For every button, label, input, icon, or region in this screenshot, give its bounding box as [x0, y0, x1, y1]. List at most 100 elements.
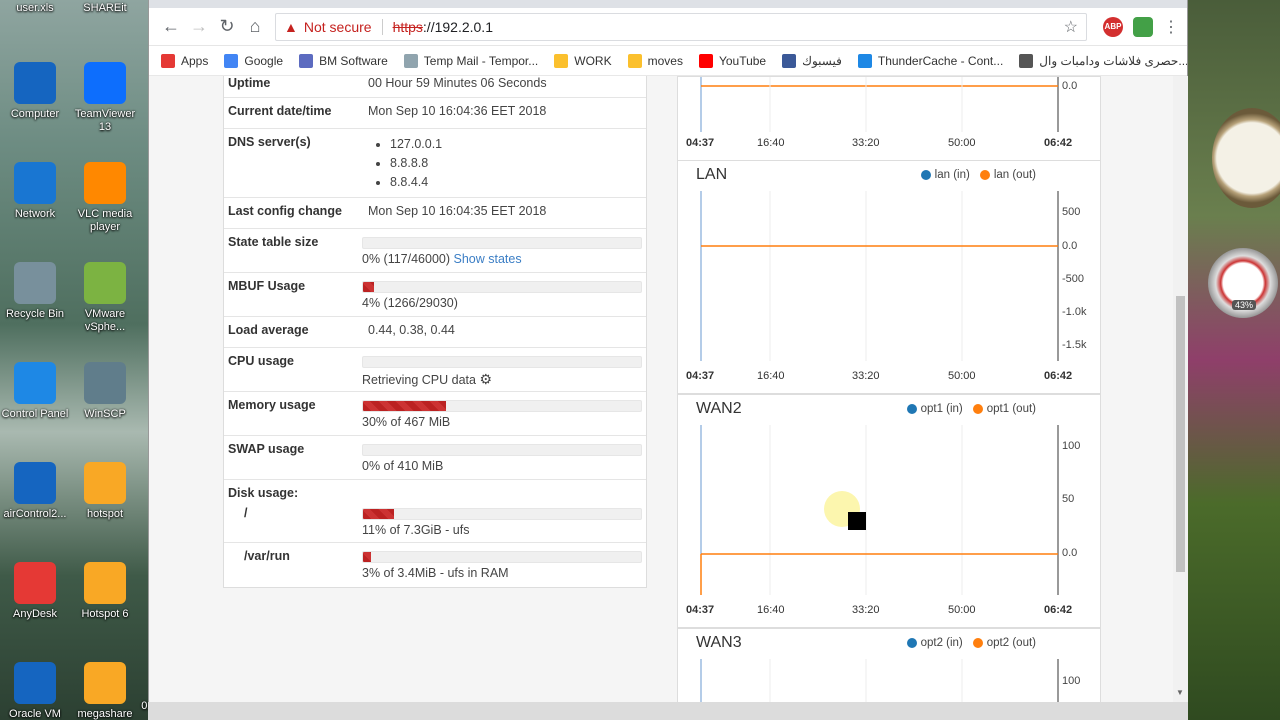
- address-bar[interactable]: ▲ Not secure https ://192.2.0.1 ☆: [275, 12, 1087, 41]
- bookmark-label: moves: [647, 53, 683, 68]
- menu-dots-icon[interactable]: ⋮: [1163, 17, 1179, 37]
- desktop-icon-label: hotspot: [86, 508, 124, 520]
- desktop-app-icon: [84, 662, 126, 704]
- page-scrollbar[interactable]: ▼: [1173, 76, 1188, 702]
- bookmark-item[interactable]: Temp Mail - Tempor...: [403, 53, 539, 68]
- desktop-icon[interactable]: TeamViewer 13: [70, 62, 140, 134]
- load-average-label: Load average: [228, 323, 309, 337]
- uptime-value: 00 Hour 59 Minutes 06 Seconds: [368, 76, 547, 90]
- bookmark-item[interactable]: ThunderCache - Cont...: [857, 53, 1003, 68]
- traffic-graphs: 0.0 04:37 16:40 33:20 50:00 06:42 LAN la…: [677, 76, 1101, 702]
- datetime-value: Mon Sep 10 16:04:36 EET 2018: [368, 104, 547, 118]
- bookmark-label: Apps: [181, 53, 209, 68]
- bookmark-label: Google: [244, 53, 284, 68]
- desktop-icon-label: AnyDesk: [12, 608, 58, 620]
- forward-icon[interactable]: →: [185, 13, 213, 41]
- desktop-icon[interactable]: Recycle Bin: [0, 262, 70, 321]
- traffic-chart-top: 0.0 04:37 16:40 33:20 50:00 06:42: [677, 76, 1101, 161]
- desktop-icon-label: VMware vSphe...: [84, 308, 126, 333]
- desktop-icon[interactable]: Computer: [0, 62, 70, 121]
- x-tick: 50:00: [948, 137, 976, 149]
- bookmark-star-icon[interactable]: ☆: [1064, 17, 1078, 37]
- bookmark-label: حصرى فلاشات ودامبات وال...: [1039, 53, 1187, 68]
- desktop-app-icon: [84, 162, 126, 204]
- bookmark-label: WORK: [574, 53, 612, 68]
- bookmark-icon: [698, 53, 713, 68]
- dns-server-item: 127.0.0.1: [390, 135, 642, 154]
- desktop-icon[interactable]: megashare: [70, 662, 140, 720]
- bookmark-item[interactable]: YouTube: [698, 53, 766, 68]
- traffic-chart-wan2: WAN2 opt1 (in) opt1 (out) 100 50 0.0 04:…: [677, 394, 1101, 628]
- dns-server-item: 8.8.4.4: [390, 173, 642, 192]
- y-tick: -1.0k: [1062, 306, 1087, 318]
- desktop-icon-label: Hotspot 6: [81, 608, 129, 620]
- bookmark-item[interactable]: حصرى فلاشات ودامبات وال...: [1019, 53, 1187, 68]
- y-tick: 500: [1062, 206, 1081, 218]
- traffic-chart-wan3: WAN3 opt2 (in) opt2 (out) 100: [677, 628, 1101, 702]
- desktop-icon-label: megashare: [77, 708, 133, 720]
- scrollbar-thumb[interactable]: [1176, 296, 1185, 572]
- window-bottom-edge: [148, 702, 1188, 720]
- desktop-icon-label: SHAREit: [83, 2, 127, 14]
- desktop-icon[interactable]: Hotspot 6: [70, 562, 140, 621]
- adblock-extension-icon[interactable]: ABP: [1103, 16, 1123, 37]
- x-tick: 33:20: [852, 370, 880, 382]
- desktop-app-icon: [14, 262, 56, 304]
- show-states-link[interactable]: Show states: [454, 252, 522, 266]
- bookmark-item[interactable]: BM Software: [299, 53, 388, 68]
- dns-server-list: 127.0.0.1 8.8.8.8 8.8.4.4: [368, 135, 642, 192]
- memory-usage-label: Memory usage: [228, 398, 316, 412]
- desktop-icon-label: airControl2...: [3, 508, 67, 520]
- state-table-bar: [362, 237, 642, 249]
- bookmark-label: BM Software: [319, 53, 388, 68]
- home-icon[interactable]: ⌂: [241, 13, 269, 41]
- x-tick: 04:37: [686, 137, 715, 149]
- disk-usage-label: Disk usage:: [228, 486, 299, 500]
- desktop-icon[interactable]: user.xls: [0, 2, 70, 15]
- dns-server-item: 8.8.8.8: [390, 154, 642, 173]
- extension-globe-icon[interactable]: [1133, 16, 1153, 37]
- desktop-icon[interactable]: SHAREit: [70, 2, 140, 15]
- bookmark-item[interactable]: Google: [224, 53, 284, 68]
- x-tick: 16:40: [757, 137, 785, 149]
- swap-usage-value: 0% of 410 MiB: [362, 459, 444, 473]
- bookmark-icon: [554, 53, 569, 68]
- desktop-app-icon: [14, 62, 56, 104]
- traffic-chart-lan: LAN lan (in) lan (out) 500 0.0 -500 -1.0…: [677, 160, 1101, 394]
- desktop-icon[interactable]: VLC media player: [70, 162, 140, 234]
- desktop-icon[interactable]: Control Panel: [0, 362, 70, 421]
- bookmark-item[interactable]: Apps: [161, 53, 209, 68]
- bookmark-label: فيسبوك: [802, 53, 842, 68]
- x-tick: 16:40: [757, 604, 785, 616]
- bookmark-item[interactable]: moves: [627, 53, 683, 68]
- desktop-icon[interactable]: VMware vSphe...: [70, 262, 140, 334]
- x-tick: 06:42: [1044, 604, 1073, 616]
- x-tick: 50:00: [948, 604, 976, 616]
- bookmark-label: Temp Mail - Tempor...: [423, 53, 539, 68]
- desktop-icon[interactable]: airControl2...: [0, 462, 70, 521]
- bookmark-item[interactable]: فيسبوك: [782, 53, 842, 68]
- gear-icon: ⚙: [479, 371, 492, 387]
- desktop-icon-label: Recycle Bin: [5, 308, 65, 320]
- desktop-icon[interactable]: AnyDesk: [0, 562, 70, 621]
- back-icon[interactable]: ←: [157, 13, 185, 41]
- not-secure-label[interactable]: Not secure: [304, 19, 372, 35]
- desktop-icon[interactable]: Network: [0, 162, 70, 221]
- cpu-usage-label: CPU usage: [228, 354, 294, 368]
- desktop-icon-label: Computer: [10, 108, 60, 120]
- y-tick: 0.0: [1062, 240, 1078, 252]
- desktop-app-icon: [84, 62, 126, 104]
- desktop-icon[interactable]: hotspot: [70, 462, 140, 521]
- desktop-icon[interactable]: Oracle VM: [0, 662, 70, 720]
- reload-icon[interactable]: ↻: [213, 13, 241, 41]
- desktop-icon[interactable]: WinSCP: [70, 362, 140, 421]
- bookmark-item[interactable]: WORK: [554, 53, 612, 68]
- bookmark-icon: [782, 53, 797, 68]
- mouse-cursor: [848, 512, 866, 530]
- warning-icon: ▲: [284, 18, 298, 35]
- scroll-down-icon[interactable]: ▼: [1176, 688, 1184, 697]
- cpu-meter-gadget[interactable]: 43%: [1208, 248, 1278, 318]
- state-table-value: 0% (117/46000): [362, 252, 451, 266]
- bookmark-icon: [1019, 53, 1034, 68]
- disk-varrun-bar: [362, 551, 642, 563]
